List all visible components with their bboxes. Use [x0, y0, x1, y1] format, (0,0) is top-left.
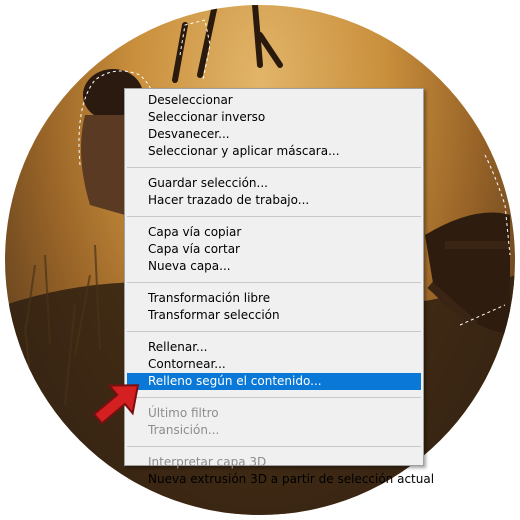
menu-item[interactable]: Capa vía copiar: [127, 224, 421, 241]
context-menu: Deseleccionar Seleccionar inverso Desvanec…: [124, 88, 434, 486]
menu-item[interactable]: Seleccionar y aplicar máscara...: [127, 143, 421, 160]
menu-item[interactable]: Seleccionar inverso: [127, 109, 421, 126]
menu-item[interactable]: Hacer trazado de trabajo...: [127, 192, 421, 209]
menu-item[interactable]: Transformación libre: [127, 290, 421, 307]
menu-item: Último filtro: [148, 406, 219, 420]
menu-separator: [127, 167, 421, 168]
menu-item[interactable]: Transformar selección: [127, 307, 421, 324]
red-arrow-icon: [92, 384, 140, 425]
menu-item[interactable]: Relleno según el contenido...: [127, 373, 421, 390]
menu-item[interactable]: Nueva extrusión 3D a partir de selección…: [127, 471, 434, 488]
menu-separator: [127, 282, 421, 283]
menu-item[interactable]: Nueva capa...: [127, 258, 421, 275]
menu-separator: [127, 216, 421, 217]
menu-item[interactable]: Deseleccionar: [127, 92, 421, 109]
menu-item[interactable]: Rellenar...: [127, 339, 421, 356]
menu-item: Interpretar capa 3D: [148, 455, 267, 469]
menu-item[interactable]: Desvanecer...: [127, 126, 421, 143]
menu-item[interactable]: Capa vía cortar: [127, 241, 421, 258]
menu-item[interactable]: Contornear...: [127, 356, 421, 373]
menu-separator: [127, 446, 421, 447]
menu-item: Transición...: [148, 423, 220, 437]
menu-separator: [127, 331, 421, 332]
menu-separator: [127, 397, 421, 398]
menu-item[interactable]: Guardar selección...: [127, 175, 421, 192]
